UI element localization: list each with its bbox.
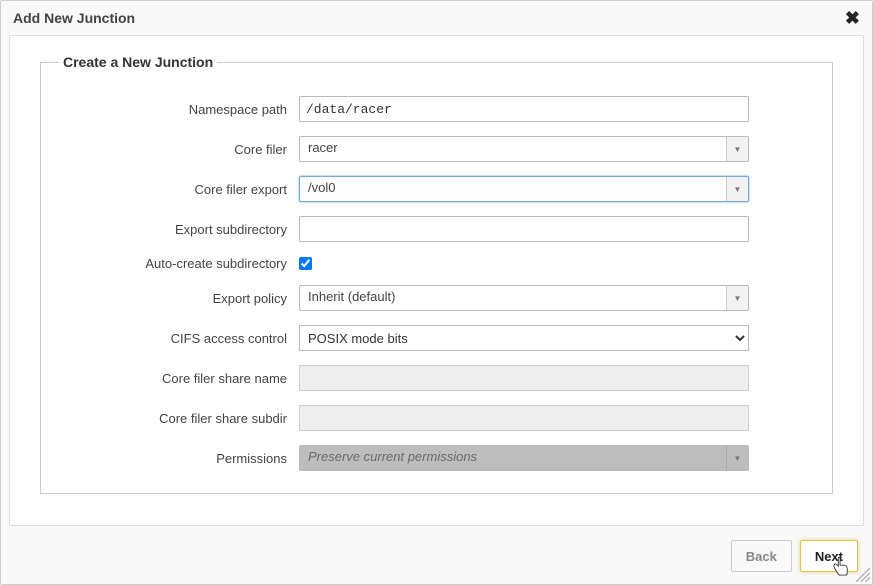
chevron-down-icon: ▼: [726, 446, 748, 470]
back-button[interactable]: Back: [731, 540, 792, 572]
label-core-filer-share-subdir: Core filer share subdir: [59, 411, 299, 426]
resize-grip-icon[interactable]: [856, 568, 870, 582]
row-core-filer: Core filer racer ▼: [59, 136, 814, 162]
cifs-access-control-select[interactable]: POSIX mode bits: [299, 325, 749, 351]
label-core-filer-export: Core filer export: [59, 182, 299, 197]
label-export-policy: Export policy: [59, 291, 299, 306]
export-subdir-input[interactable]: [299, 216, 749, 242]
chevron-down-icon: ▼: [726, 137, 748, 161]
create-junction-group: Create a New Junction Namespace path Cor…: [40, 54, 833, 494]
label-core-filer: Core filer: [59, 142, 299, 157]
close-icon[interactable]: ✖: [845, 9, 860, 27]
next-button[interactable]: Next: [800, 540, 858, 572]
chevron-down-icon: ▼: [726, 286, 748, 310]
row-core-filer-share-name: Core filer share name: [59, 365, 814, 391]
row-export-policy: Export policy Inherit (default) ▼: [59, 285, 814, 311]
export-policy-value: Inherit (default): [300, 286, 726, 310]
row-export-subdir: Export subdirectory: [59, 216, 814, 242]
row-core-filer-share-subdir: Core filer share subdir: [59, 405, 814, 431]
label-namespace-path: Namespace path: [59, 102, 299, 117]
permissions-value: Preserve current permissions: [300, 446, 726, 470]
dialog-title: Add New Junction: [13, 10, 135, 26]
export-policy-select[interactable]: Inherit (default) ▼: [299, 285, 749, 311]
chevron-down-icon: ▼: [726, 177, 748, 201]
label-permissions: Permissions: [59, 451, 299, 466]
label-export-subdir: Export subdirectory: [59, 222, 299, 237]
row-cifs-access-control: CIFS access control POSIX mode bits: [59, 325, 814, 351]
core-filer-share-name-input: [299, 365, 749, 391]
group-legend: Create a New Junction: [59, 54, 217, 70]
auto-create-subdir-checkbox[interactable]: [299, 257, 312, 270]
core-filer-share-subdir-input: [299, 405, 749, 431]
add-new-junction-dialog: Add New Junction ✖ Create a New Junction…: [0, 0, 873, 585]
dialog-titlebar: Add New Junction ✖: [1, 1, 872, 35]
core-filer-value: racer: [300, 137, 726, 161]
core-filer-select[interactable]: racer ▼: [299, 136, 749, 162]
label-cifs-access-control: CIFS access control: [59, 331, 299, 346]
dialog-button-bar: Back Next: [1, 534, 872, 584]
dialog-content: Create a New Junction Namespace path Cor…: [9, 35, 864, 526]
row-auto-create-subdir: Auto-create subdirectory: [59, 256, 814, 271]
core-filer-export-value: /vol0: [300, 177, 726, 201]
row-core-filer-export: Core filer export /vol0 ▼: [59, 176, 814, 202]
permissions-select: Preserve current permissions ▼: [299, 445, 749, 471]
row-permissions: Permissions Preserve current permissions…: [59, 445, 814, 471]
row-namespace-path: Namespace path: [59, 96, 814, 122]
label-auto-create-subdir: Auto-create subdirectory: [59, 256, 299, 271]
label-core-filer-share-name: Core filer share name: [59, 371, 299, 386]
core-filer-export-select[interactable]: /vol0 ▼: [299, 176, 749, 202]
namespace-path-input[interactable]: [299, 96, 749, 122]
